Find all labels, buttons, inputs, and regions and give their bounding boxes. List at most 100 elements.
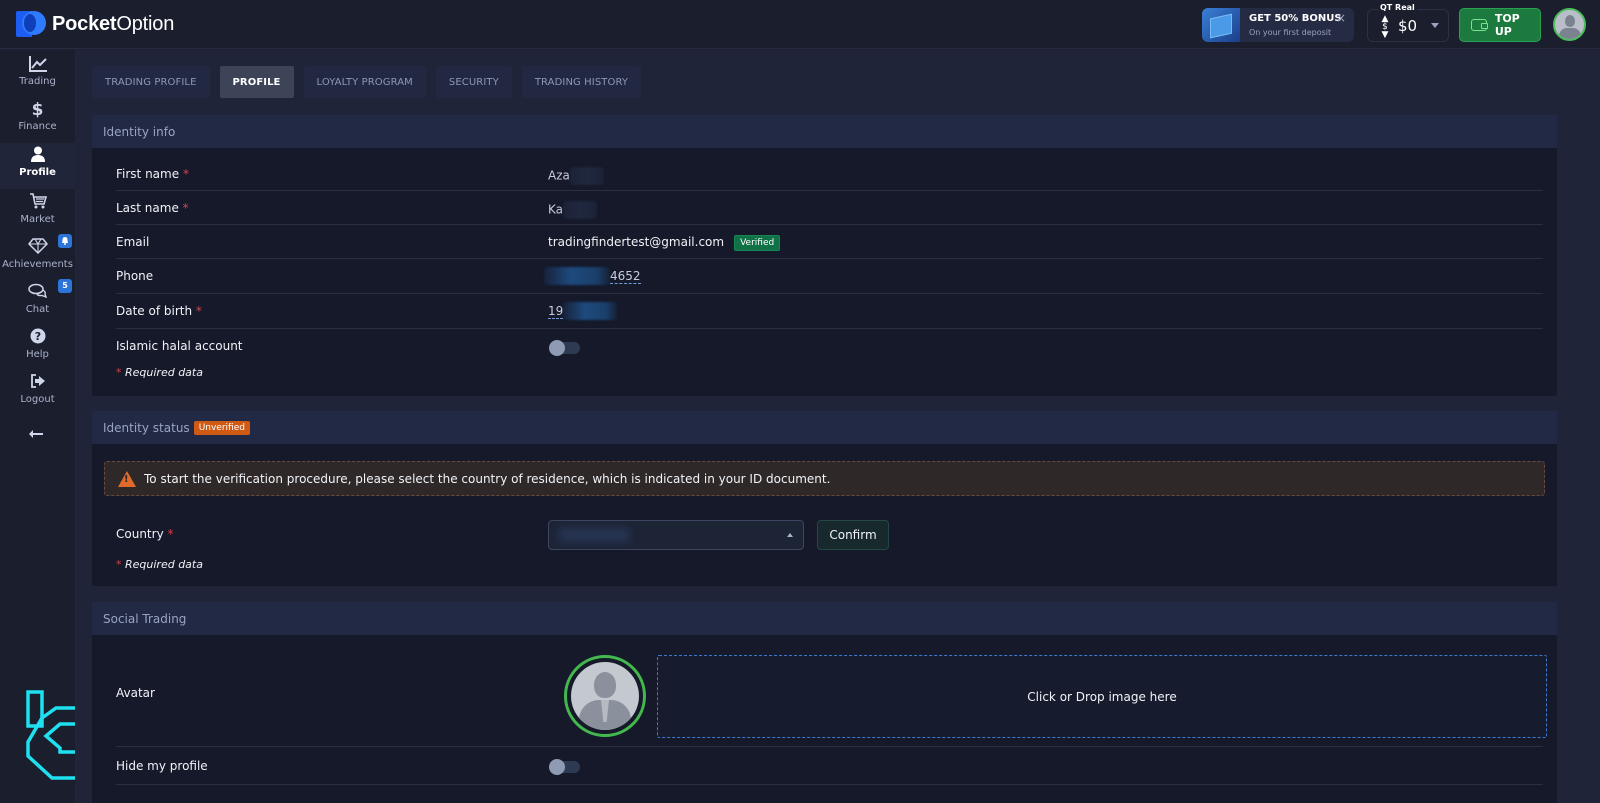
required-mark: * bbox=[195, 304, 202, 318]
phone-row: Phone 4652 bbox=[116, 259, 1543, 294]
tab-loyalty-program[interactable]: LOYALTY PROGRAM bbox=[303, 66, 426, 98]
section-title: Identity status bbox=[103, 420, 190, 435]
email-row: Email tradingfindertest@gmail.com Verifie… bbox=[116, 225, 1543, 259]
field-label: Date of birth bbox=[116, 304, 193, 318]
avatar-label: Avatar bbox=[116, 686, 155, 700]
sidebar-item-chat[interactable]: Chat 5 bbox=[0, 279, 75, 327]
account-balance-selector[interactable]: QT Real ▲ $ ▼ $0 bbox=[1367, 3, 1449, 42]
user-avatar[interactable] bbox=[1553, 8, 1586, 41]
section-title: Social Trading bbox=[103, 611, 187, 626]
sidebar-label: Trading bbox=[19, 76, 56, 87]
required-note: Required data bbox=[125, 558, 203, 571]
email-value: tradingfindertest@gmail.com bbox=[548, 235, 725, 249]
required-mark: * bbox=[182, 167, 189, 181]
svg-text:?: ? bbox=[34, 330, 40, 343]
sidebar-label: Market bbox=[20, 214, 55, 225]
avatar-dropzone[interactable]: Click or Drop image here bbox=[657, 655, 1547, 738]
brand-light: Option bbox=[116, 12, 175, 35]
field-label: First name bbox=[116, 167, 180, 181]
currency-switch-icon: ▲ $ ▼ bbox=[1381, 14, 1389, 40]
top-up-button[interactable]: TOP UP bbox=[1459, 8, 1541, 42]
field-label: Phone bbox=[116, 269, 154, 283]
help-icon: ? bbox=[0, 328, 75, 348]
hide-profile-toggle[interactable] bbox=[549, 759, 580, 775]
close-icon[interactable]: × bbox=[1336, 11, 1346, 25]
arrow-left-icon[interactable] bbox=[28, 424, 44, 443]
islamic-halal-row: Islamic halal account bbox=[116, 329, 1543, 363]
sidebar-item-profile[interactable]: Profile bbox=[0, 143, 75, 189]
identity-info-panel: First name * Aza Last name * Ka Email tr… bbox=[92, 148, 1557, 396]
identity-info-header: Identity info bbox=[92, 115, 1557, 148]
sidebar-label: Finance bbox=[18, 121, 57, 132]
hide-profile-label: Hide my profile bbox=[116, 759, 208, 773]
required-mark: * bbox=[182, 201, 189, 215]
alert-text: To start the verification procedure, ple… bbox=[144, 471, 831, 486]
sidebar-item-logout[interactable]: Logout bbox=[0, 373, 75, 417]
chart-line-icon bbox=[0, 55, 75, 75]
bonus-banner[interactable]: GET 50% BONUS On your first deposit × bbox=[1202, 8, 1354, 42]
confirm-button[interactable]: Confirm bbox=[817, 520, 889, 550]
tab-security[interactable]: SECURITY bbox=[435, 66, 512, 98]
profile-avatar[interactable] bbox=[564, 655, 646, 737]
logout-icon bbox=[0, 373, 75, 393]
section-title: Identity info bbox=[103, 124, 176, 139]
required-mark: * bbox=[167, 527, 174, 541]
hide-profile-row: Hide my profile bbox=[116, 747, 1543, 785]
sidebar-item-help[interactable]: ? Help bbox=[0, 328, 75, 372]
bonus-subtitle: On your first deposit bbox=[1249, 28, 1332, 37]
social-trading-header: Social Trading bbox=[92, 602, 1557, 635]
field-label: Email bbox=[116, 235, 150, 249]
sidebar-label: Chat bbox=[25, 304, 50, 315]
brand-bold: Pocket bbox=[52, 12, 117, 35]
sidebar-label: Logout bbox=[20, 394, 55, 405]
profile-tabs: TRADING PROFILE PROFILE LOYALTY PROGRAM … bbox=[92, 66, 651, 98]
balance-value: $0 bbox=[1398, 17, 1418, 35]
cart-icon bbox=[0, 193, 75, 213]
sidebar-label: Help bbox=[26, 349, 49, 360]
pocketoption-logo[interactable]: PocketOption bbox=[16, 11, 174, 37]
islamic-halal-toggle[interactable] bbox=[549, 340, 580, 356]
tab-trading-profile[interactable]: TRADING PROFILE bbox=[92, 66, 210, 98]
last-name-value[interactable]: Ka bbox=[548, 201, 598, 219]
top-up-label: TOP UP bbox=[1494, 12, 1520, 38]
first-name-value[interactable]: Aza bbox=[548, 167, 604, 185]
gift-icon bbox=[1202, 8, 1240, 42]
default-avatar-icon bbox=[571, 662, 639, 730]
social-trading-panel: Avatar Click or Drop image here Hide my … bbox=[92, 635, 1557, 803]
sidebar-item-market[interactable]: Market bbox=[0, 193, 75, 237]
notification-bell-badge bbox=[58, 234, 72, 248]
first-name-row: First name * Aza bbox=[116, 157, 1543, 191]
verification-alert: To start the verification procedure, ple… bbox=[104, 461, 1545, 496]
tab-profile[interactable]: PROFILE bbox=[219, 66, 294, 98]
sidebar-item-trading[interactable]: Trading bbox=[0, 55, 75, 99]
bonus-title: GET 50% BONUS bbox=[1249, 13, 1342, 24]
identity-status-panel: To start the verification procedure, ple… bbox=[92, 444, 1557, 586]
account-type-label: QT Real bbox=[1378, 3, 1417, 12]
main-content: TRADING PROFILE PROFILE LOYALTY PROGRAM … bbox=[75, 50, 1600, 803]
sidebar-label: Achievements bbox=[2, 259, 73, 270]
sidebar-item-achievements[interactable]: Achievements bbox=[0, 234, 75, 282]
dropzone-text: Click or Drop image here bbox=[1027, 689, 1177, 704]
chevron-up-icon bbox=[787, 533, 793, 537]
date-of-birth-row: Date of birth * 19 bbox=[116, 294, 1543, 329]
country-select[interactable] bbox=[548, 520, 804, 550]
dollar-icon: $ bbox=[31, 100, 44, 120]
sidebar-item-finance[interactable]: $ Finance bbox=[0, 100, 75, 144]
required-mark: * bbox=[116, 558, 122, 571]
chat-count-badge: 5 bbox=[58, 279, 72, 293]
identity-status-header: Identity status Unverified bbox=[92, 411, 1557, 444]
chevron-down-icon bbox=[1431, 23, 1439, 28]
required-note: Required data bbox=[125, 366, 203, 379]
logo-icon bbox=[16, 11, 48, 37]
verified-badge: Verified bbox=[734, 235, 781, 251]
phone-value[interactable]: 4652 bbox=[544, 267, 641, 285]
tab-trading-history[interactable]: TRADING HISTORY bbox=[521, 66, 642, 98]
required-mark: * bbox=[116, 366, 122, 379]
unverified-badge: Unverified bbox=[193, 420, 250, 435]
sidebar-label: Profile bbox=[19, 167, 56, 178]
last-name-row: Last name * Ka bbox=[116, 191, 1543, 225]
country-label: Country bbox=[116, 527, 164, 541]
date-of-birth-value[interactable]: 19 bbox=[548, 302, 618, 320]
warning-icon bbox=[118, 470, 136, 487]
wallet-icon bbox=[1471, 19, 1488, 31]
